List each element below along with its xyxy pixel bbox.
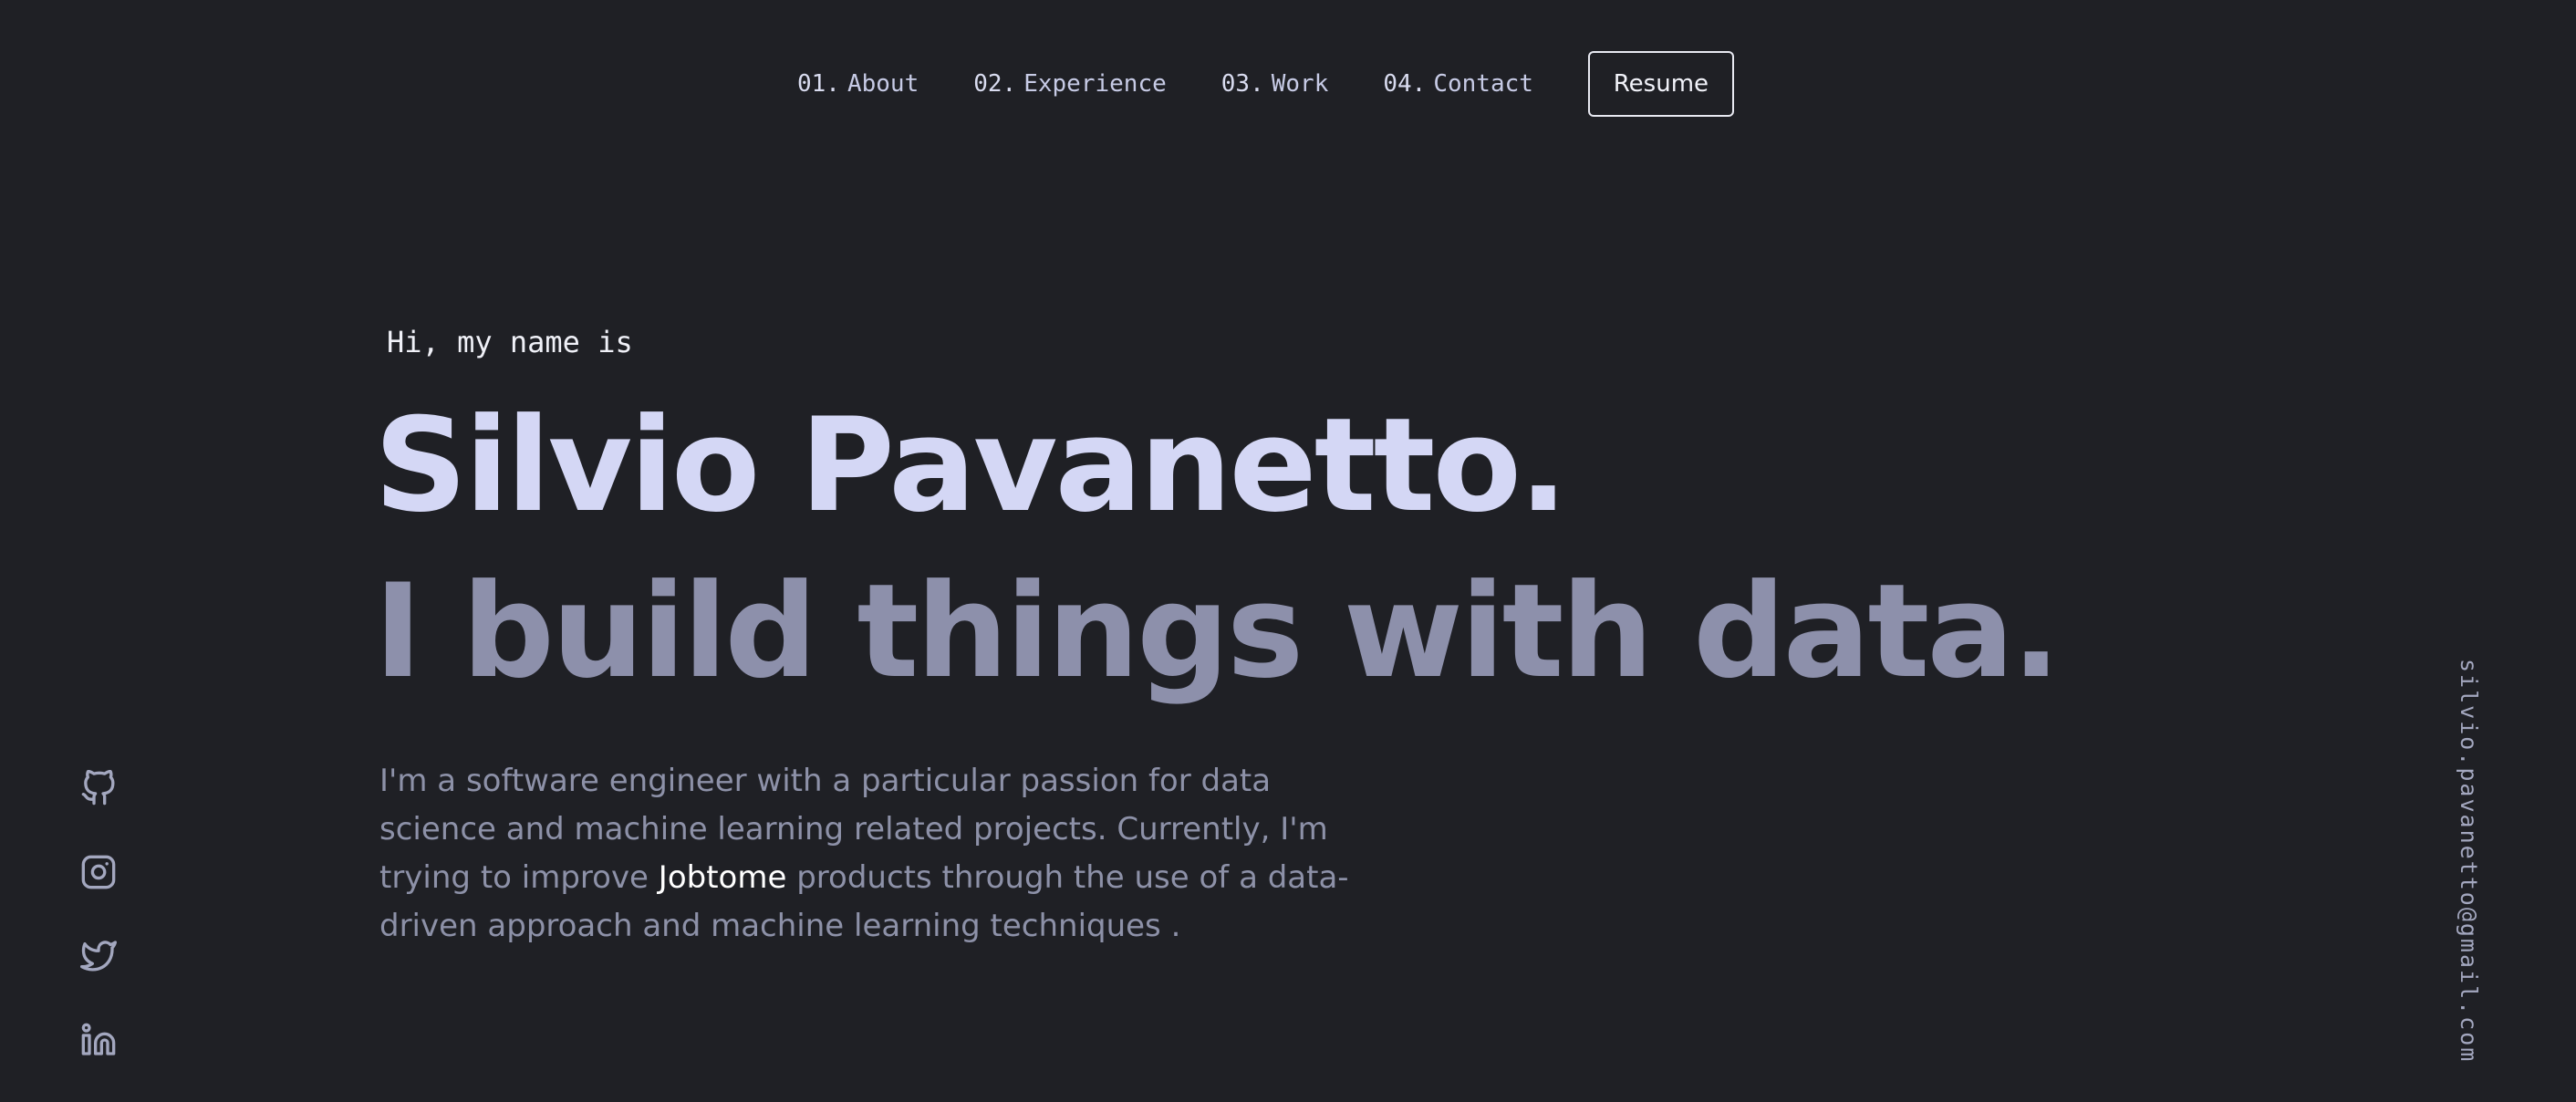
resume-button[interactable]: Resume [1587,51,1734,117]
nav-item-label: About [847,70,919,98]
nav-item-number: 03. [1220,70,1264,98]
nav-item-experience[interactable]: 02. Experience [973,70,1167,98]
linkedin-link[interactable] [77,1018,120,1062]
nav-item-label: Work [1271,70,1329,98]
nav-item-number: 02. [973,70,1017,98]
github-icon [81,770,115,806]
nav-item-work[interactable]: 03. Work [1221,70,1329,98]
nav-item-label: Experience [1023,70,1167,98]
github-link[interactable] [77,766,120,810]
nav-item-number: 01. [797,70,840,98]
twitter-link[interactable] [77,934,120,978]
twitter-icon [80,941,117,972]
hero-tagline: I build things with data. [374,556,2061,707]
email-link[interactable]: silvio.pavanetto@gmail.com [2456,659,2482,1063]
nav-item-contact[interactable]: 04. Contact [1383,70,1533,98]
hero-greeting: Hi, my name is [387,325,633,359]
instagram-link[interactable] [77,850,120,894]
jobtome-link[interactable]: Jobtome [659,859,787,896]
instagram-icon [81,855,116,889]
nav-item-label: Contact [1433,70,1533,98]
nav-item-number: 04. [1383,70,1427,98]
linkedin-icon [81,1023,116,1055]
hero-bio: I'm a software engineer with a particula… [379,757,1392,951]
hero-name: Silvio Pavanetto. [374,390,1568,541]
nav-item-about[interactable]: 01. About [797,70,919,98]
top-nav: 01. About 02. Experience 03. Work 04. Co… [797,49,1734,119]
social-links [77,766,120,1102]
